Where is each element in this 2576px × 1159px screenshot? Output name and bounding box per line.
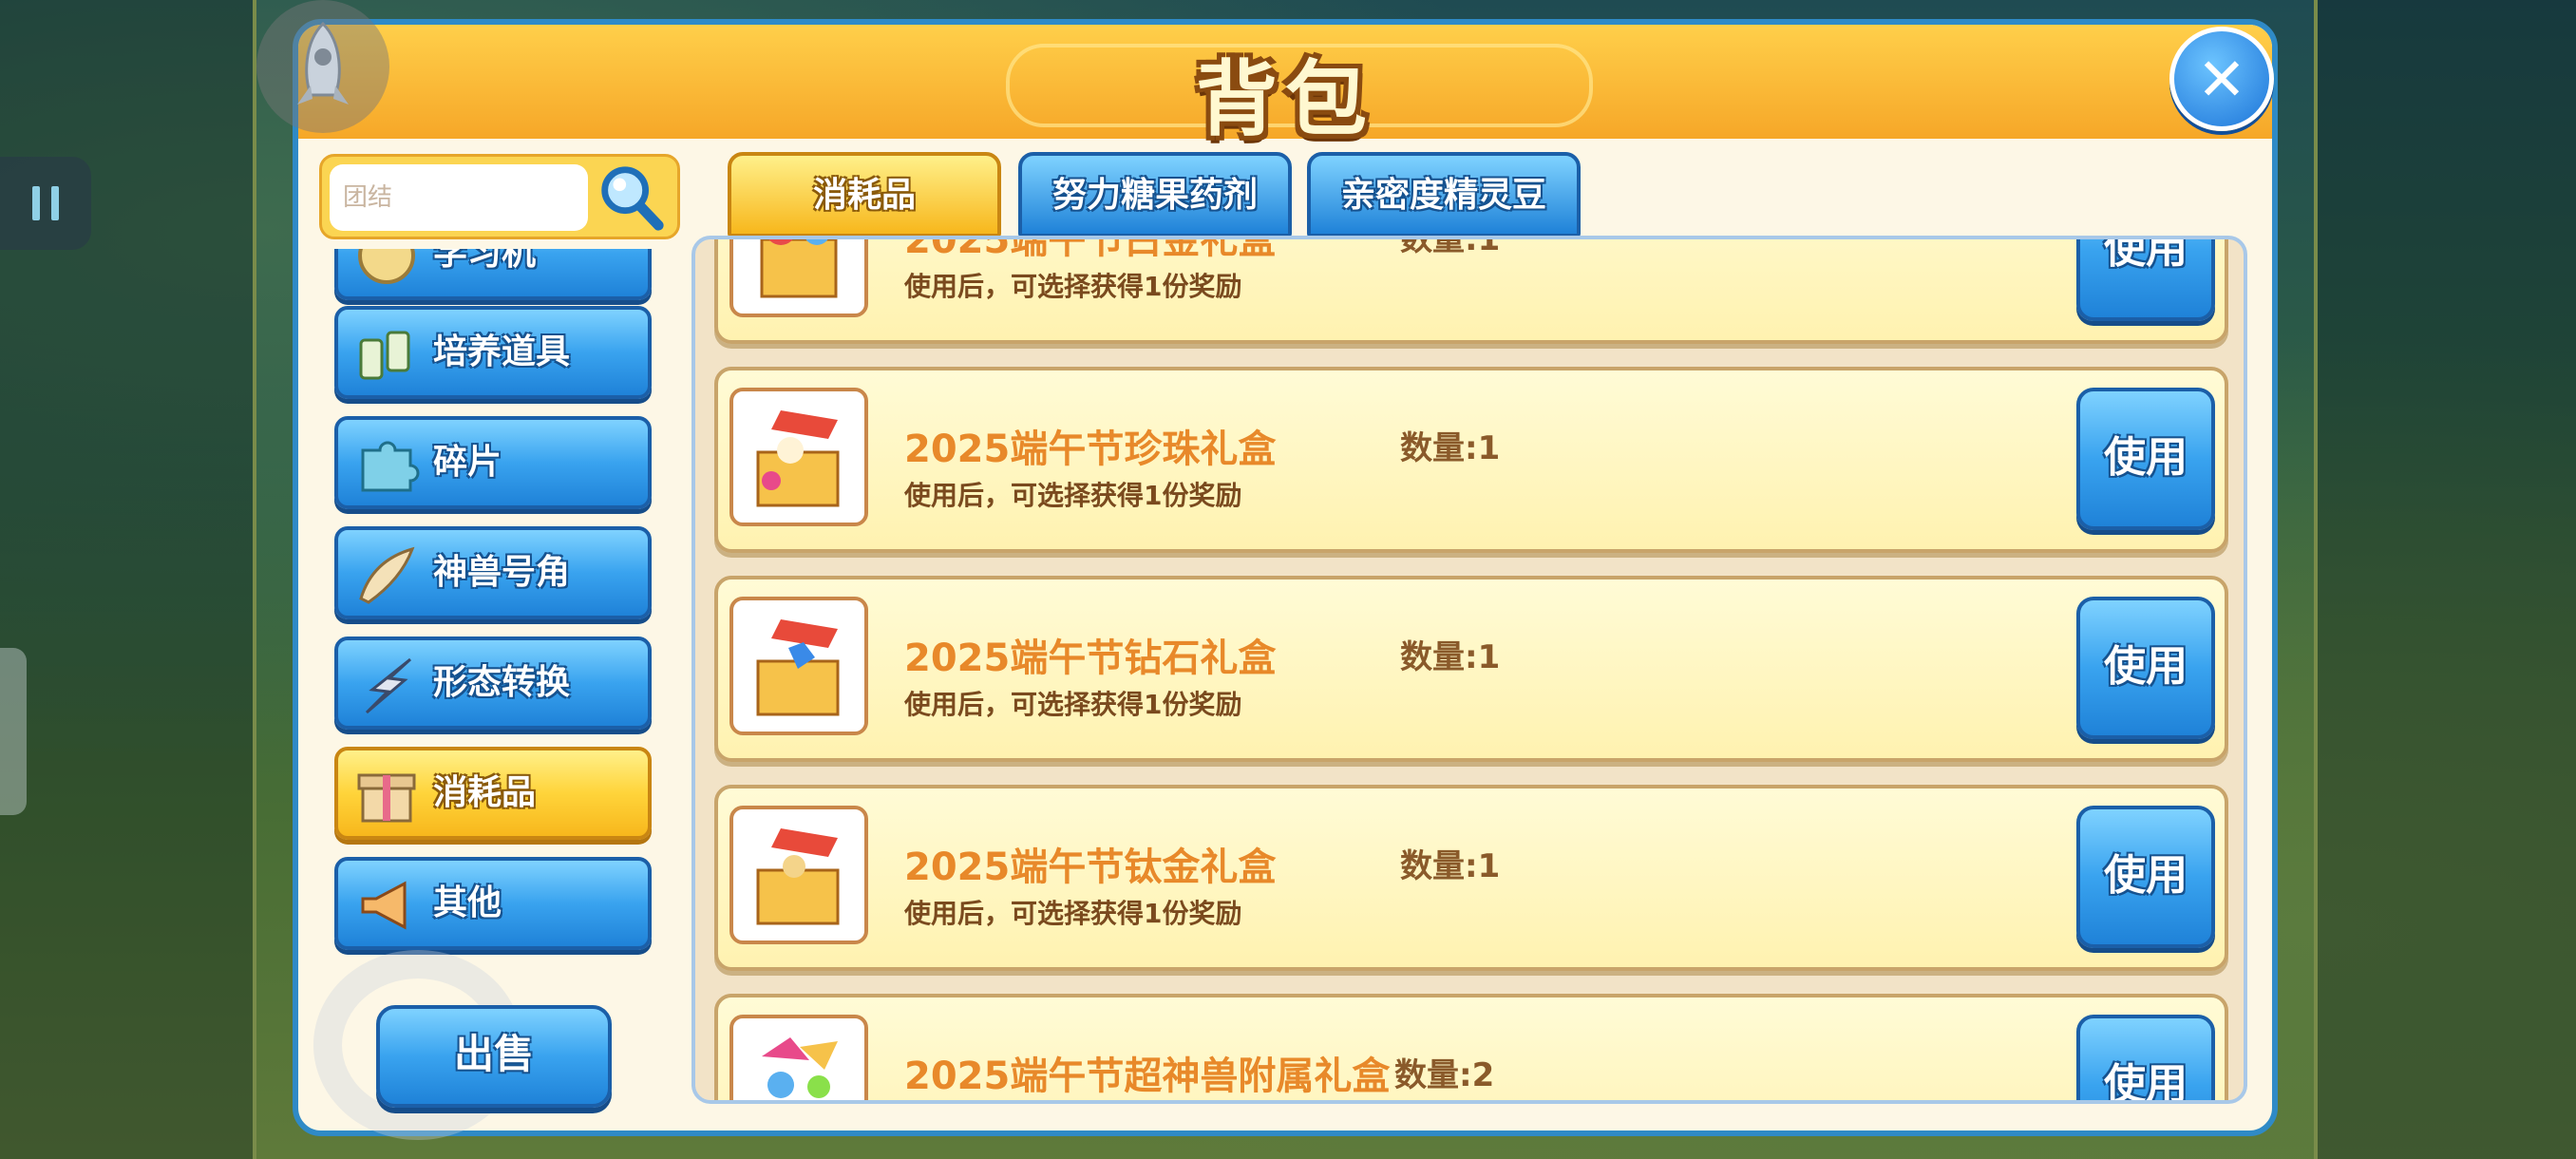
list-item: 2025端午节钻石礼盒 使用后，可选择获得1份奖励 数量:1 使用 — [714, 576, 2228, 762]
list-item: 2025端午节钛金礼盒 使用后，可选择获得1份奖励 数量:1 使用 — [714, 785, 2228, 971]
category-transform[interactable]: 形态转换 — [334, 636, 652, 730]
gift-box-thumbnail — [729, 597, 868, 735]
gift-box-thumbnail — [729, 1015, 868, 1100]
use-button[interactable]: 使用 — [2076, 1015, 2215, 1100]
list-item: 2025端午节珍珠礼盒 使用后，可选择获得1份奖励 数量:1 使用 — [714, 367, 2228, 553]
gift-box-icon — [357, 773, 416, 823]
item-description: 使用后，可选择获得1份奖励 — [904, 271, 1242, 302]
item-quantity: 数量:2 — [1394, 1056, 1495, 1094]
title-bar: 背包 — [298, 25, 2272, 147]
item-quantity: 数量:1 — [1400, 429, 1501, 467]
pause-button[interactable] — [0, 157, 91, 250]
frame-line-left — [253, 0, 256, 1159]
pause-icon — [32, 186, 40, 220]
item-name: 2025端午节超神兽附属礼盒 — [904, 1054, 1391, 1098]
item-quantity: 数量:1 — [1400, 638, 1501, 676]
use-button[interactable]: 使用 — [2076, 239, 2215, 321]
megaphone-icon — [361, 881, 407, 930]
puzzle-piece-icon — [361, 441, 420, 492]
learning-machine-icon — [358, 249, 415, 284]
rocket-glyph — [297, 21, 349, 104]
category-other[interactable]: 其他 — [334, 857, 652, 950]
pause-icon-bar — [51, 186, 59, 220]
window-title: 背包 — [1196, 52, 1374, 147]
item-name: 2025端午节白金礼盒 — [904, 236, 1277, 262]
item-description: 使用后，可选择获得1份奖励 — [904, 480, 1242, 511]
gift-box-thumbnail — [729, 806, 868, 944]
side-pull-tab[interactable] — [0, 648, 27, 815]
tab-effort-candy-potion[interactable]: 努力糖果药剂 — [1018, 152, 1292, 238]
search-icon[interactable] — [594, 161, 668, 235]
category-label: 神兽号角 — [433, 553, 571, 592]
search-box — [319, 154, 680, 239]
right-background — [2318, 0, 2576, 1159]
gift-box-icon — [762, 1037, 838, 1098]
item-name: 2025端午节钛金礼盒 — [904, 846, 1277, 889]
category-label: 培养道具 — [433, 332, 571, 371]
tab-intimacy-beans[interactable]: 亲密度精灵豆 — [1307, 152, 1581, 238]
category-label: 消耗品 — [433, 773, 537, 812]
category-label: 碎片 — [433, 443, 502, 482]
gift-box-icon — [756, 828, 840, 925]
list-item: 2025端午节超神兽附属礼盒 数量:2 使用 — [714, 994, 2228, 1100]
close-icon: ✕ — [2197, 44, 2246, 114]
category-learning-machine[interactable]: 学习机 — [334, 249, 652, 300]
gift-box-thumbnail — [729, 388, 868, 526]
training-items-icon — [359, 331, 410, 380]
item-quantity: 数量:1 — [1400, 236, 1501, 258]
gift-box-thumbnail — [729, 239, 868, 317]
category-label: 其他 — [433, 884, 502, 922]
use-button[interactable]: 使用 — [2076, 806, 2215, 948]
frame-line-right — [2314, 0, 2318, 1159]
category-label: 形态转换 — [433, 663, 571, 702]
item-name: 2025端午节钻石礼盒 — [904, 636, 1277, 680]
list-item: 2025端午节白金礼盒 使用后，可选择获得1份奖励 数量:1 使用 — [714, 236, 2228, 344]
category-consumables[interactable]: 消耗品 — [334, 747, 652, 840]
item-quantity: 数量:1 — [1400, 847, 1501, 885]
item-description: 使用后，可选择获得1份奖励 — [904, 689, 1242, 720]
category-fragments[interactable]: 碎片 — [334, 416, 652, 509]
category-list[interactable]: 学习机 培养道具 碎片 神兽号角 形态转换 消耗品 其他 — [319, 249, 680, 971]
rocket-icon[interactable] — [256, 0, 389, 133]
category-label: 学习机 — [433, 249, 537, 273]
item-list[interactable]: 2025端午节白金礼盒 使用后，可选择获得1份奖励 数量:1 使用 2025端午… — [691, 236, 2247, 1104]
category-horn[interactable]: 神兽号角 — [334, 526, 652, 619]
item-description: 使用后，可选择获得1份奖励 — [904, 898, 1242, 929]
horn-icon — [359, 546, 415, 604]
gift-box-icon — [756, 619, 840, 716]
use-button[interactable]: 使用 — [2076, 388, 2215, 530]
use-button[interactable]: 使用 — [2076, 597, 2215, 739]
search-input[interactable] — [330, 164, 588, 231]
gift-box-icon — [760, 239, 838, 298]
close-button[interactable]: ✕ — [2169, 27, 2274, 131]
tab-consumables[interactable]: 消耗品 — [728, 152, 1001, 238]
category-training-items[interactable]: 培养道具 — [334, 306, 652, 399]
transform-icon — [365, 657, 412, 714]
gift-box-icon — [756, 410, 840, 507]
item-name: 2025端午节珍珠礼盒 — [904, 428, 1277, 471]
sell-button[interactable]: 出售 — [376, 1005, 612, 1108]
